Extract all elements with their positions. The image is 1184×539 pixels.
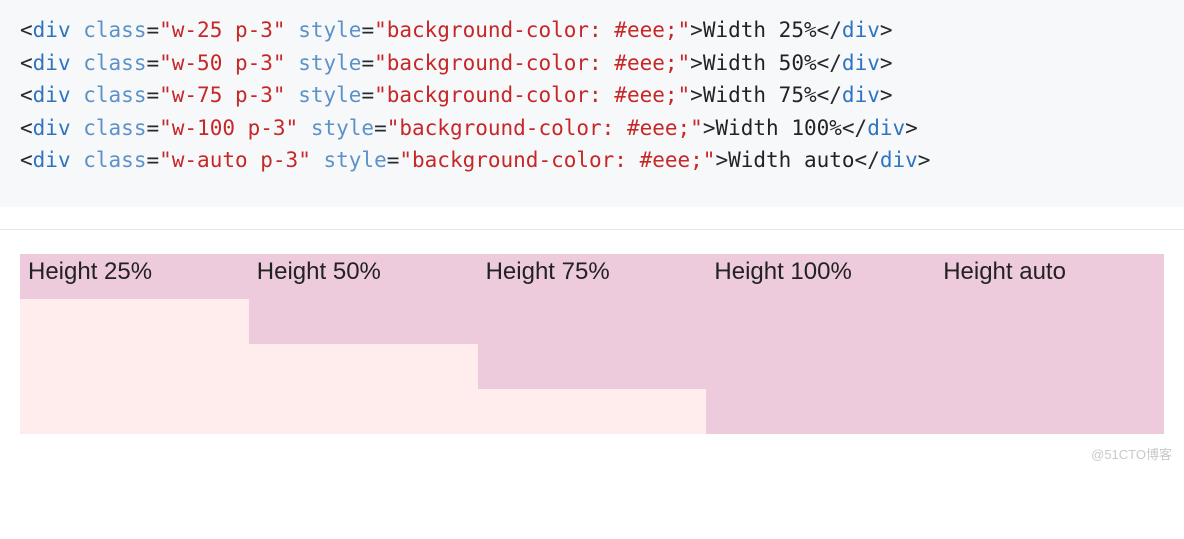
- height-box-0: Height 25%: [20, 254, 249, 299]
- height-label: Height 50%: [257, 258, 381, 285]
- section-divider: [0, 229, 1184, 230]
- height-box-4: Height auto: [935, 254, 1164, 434]
- height-label: Height 25%: [28, 258, 152, 285]
- height-box-1: Height 50%: [249, 254, 478, 344]
- height-label: Height auto: [943, 258, 1066, 285]
- height-box-2: Height 75%: [478, 254, 707, 389]
- height-demo-container: Height 25% Height 50% Height 75% Height 100…: [20, 254, 1164, 434]
- code-block: <div class="w-25 p-3" style="background-…: [0, 0, 1184, 207]
- watermark: @51CTO博客: [0, 444, 1184, 463]
- height-label: Height 75%: [486, 258, 610, 285]
- height-example: Height 25% Height 50% Height 75% Height 100…: [20, 254, 1164, 434]
- height-label: Height 100%: [714, 258, 851, 285]
- height-box-3: Height 100%: [706, 254, 935, 434]
